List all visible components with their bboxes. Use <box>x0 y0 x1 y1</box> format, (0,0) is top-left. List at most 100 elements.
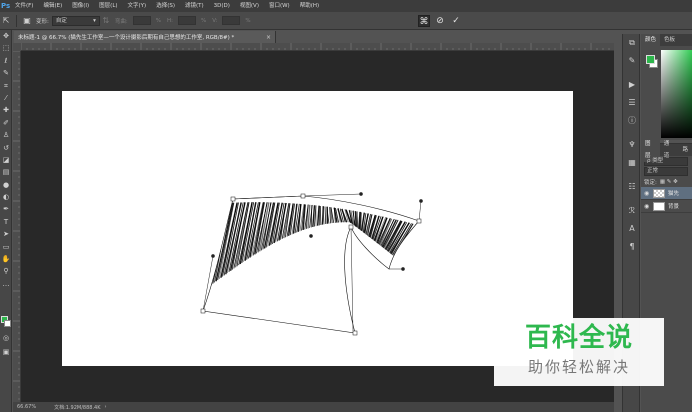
status-menu-arrow[interactable]: › <box>105 404 107 410</box>
zoom-level[interactable]: 66.67% <box>17 404 36 410</box>
menu-help[interactable]: 帮助(H) <box>295 0 324 12</box>
lock-row: 锁定: ▦ ✎ ✥ <box>641 176 692 187</box>
document-tab-title: 未标题-1 @ 66.7% (猫先生工作室—一个设计摄影后期有自己思想的工作室,… <box>18 35 235 41</box>
brush-presets-icon[interactable]: ♆ <box>623 136 641 154</box>
tab-swatches[interactable]: 色板 <box>660 34 679 46</box>
document-size: 文档:1.92M/888.4K <box>54 404 101 411</box>
transform-tool-icon[interactable]: ⇱ <box>0 15 12 27</box>
quick-mask-icon[interactable]: ◎ <box>0 332 12 344</box>
layer-thumbnail <box>653 201 665 211</box>
menu-view[interactable]: 视图(V) <box>235 0 264 12</box>
document-tab[interactable]: 未标题-1 @ 66.7% (猫先生工作室—一个设计摄影后期有自己思想的工作室,… <box>14 31 276 43</box>
history-brush-icon[interactable]: ↺ <box>0 142 12 154</box>
layer-row[interactable]: ◉ 猫先 <box>641 187 692 200</box>
quick-select-tool-icon[interactable]: ✎ <box>0 67 12 79</box>
background-color-swatch[interactable] <box>4 320 11 327</box>
ruler-corner <box>13 43 21 51</box>
photoshop-logo: Ps <box>1 2 11 10</box>
eye-icon[interactable]: ◉ <box>644 203 650 210</box>
chevron-down-icon: ▾ <box>93 17 96 24</box>
history-panel-icon[interactable]: ⧉ <box>623 34 641 52</box>
menu-image[interactable]: 图像(I) <box>67 0 94 12</box>
gradient-tool-icon[interactable]: ▤ <box>0 166 12 178</box>
bend-input[interactable] <box>132 16 151 25</box>
screen-mode-icon[interactable]: ▣ <box>0 346 12 358</box>
options-bar: ⇱ ▣ 变形: 自定 ▾ ⇅ 弯曲: % H: % V: % ⌘ ⊘ ✓ <box>0 12 692 30</box>
warp-style-select[interactable]: 自定 ▾ <box>51 15 100 26</box>
v-label: V: <box>212 17 218 24</box>
character-panel-icon[interactable]: A <box>623 220 641 238</box>
eraser-tool-icon[interactable]: ◪ <box>0 154 12 166</box>
paths-panel-icon[interactable]: ℛ <box>623 202 641 220</box>
properties-panel-icon[interactable]: ☰ <box>623 94 641 112</box>
warp-label: 变形: <box>36 18 49 25</box>
menu-type[interactable]: 文字(Y) <box>123 0 152 12</box>
type-tool-icon[interactable]: T <box>0 216 12 228</box>
zoom-tool-icon[interactable]: ⚲ <box>0 265 12 277</box>
lock-icons[interactable]: ▦ ✎ ✥ <box>660 179 678 185</box>
tab-color[interactable]: 颜色 <box>641 34 661 46</box>
tab-paths[interactable]: 路 <box>678 144 692 156</box>
watermark-subtitle: 助你轻松解决 <box>527 358 630 376</box>
shape-tool-icon[interactable]: ▭ <box>0 241 12 253</box>
crop-tool-icon[interactable]: ⌗ <box>0 80 12 92</box>
reference-point-icon[interactable]: ▣ <box>21 15 33 27</box>
more-tools-icon[interactable]: … <box>0 278 12 290</box>
layer-name: 猫先 <box>668 191 680 197</box>
menu-file[interactable]: 文件(F) <box>10 0 38 12</box>
dodge-tool-icon[interactable]: ◐ <box>0 191 12 203</box>
commit-group: ⌘ ⊘ ✓ <box>418 15 462 27</box>
menu-layer[interactable]: 图层(L) <box>94 0 122 12</box>
color-panel: 颜色 色板 <box>641 34 692 140</box>
eyedropper-tool-icon[interactable]: ⁄ <box>0 92 12 104</box>
stamp-tool-icon[interactable]: ♙ <box>0 129 12 141</box>
foreground-color-swatch[interactable] <box>646 55 655 64</box>
blend-mode-select[interactable]: 正常 <box>644 167 688 176</box>
vertical-ruler[interactable] <box>13 51 21 402</box>
healing-tool-icon[interactable]: ✚ <box>0 104 12 116</box>
menu-filter[interactable]: 滤镜(T) <box>180 0 209 12</box>
layer-thumbnail <box>653 188 665 198</box>
pen-tool-icon[interactable]: ✒ <box>0 203 12 215</box>
lock-label: 锁定: <box>644 179 657 186</box>
actions-panel-icon[interactable]: ✎ <box>623 52 641 70</box>
warp-style-value: 自定 <box>55 17 67 24</box>
warped-glyph-stroke <box>354 211 357 227</box>
color-panel-tabs: 颜色 色板 <box>641 34 692 46</box>
h-percent: % <box>200 17 207 24</box>
close-icon[interactable]: × <box>266 34 271 41</box>
menu-select[interactable]: 选择(S) <box>151 0 180 12</box>
paragraph-panel-icon[interactable]: ¶ <box>623 238 641 256</box>
adjustments-icon[interactable]: ☷ <box>623 178 641 196</box>
play-action-icon[interactable]: ▶ <box>623 76 641 94</box>
status-bar: 66.67% 文档:1.92M/888.4K › <box>13 402 614 412</box>
h-label: H: <box>166 17 173 24</box>
v-distort-input[interactable] <box>222 16 241 25</box>
menu-bar: Ps 文件(F) 编辑(E) 图像(I) 图层(L) 文字(Y) 选择(S) 滤… <box>0 0 692 12</box>
info-panel-icon[interactable]: ⓘ <box>623 112 641 130</box>
color-picker-field[interactable] <box>661 50 692 138</box>
warp-mode-toggle-icon[interactable]: ⌘ <box>418 15 430 27</box>
layers-panel-tabs: 图层 通道 路 <box>641 138 692 162</box>
move-tool-icon[interactable]: ✥ <box>0 30 12 42</box>
cancel-transform-icon[interactable]: ⊘ <box>434 15 446 27</box>
commit-transform-icon[interactable]: ✓ <box>450 15 462 27</box>
warped-glyph-stroke <box>319 205 322 225</box>
layer-row[interactable]: ◉ 背景 <box>641 200 692 213</box>
brush-tool-icon[interactable]: ✐ <box>0 117 12 129</box>
warp-orientation-icon[interactable]: ⇅ <box>100 15 112 27</box>
menu-edit[interactable]: 编辑(E) <box>38 0 67 12</box>
layer-name: 背景 <box>668 204 680 210</box>
h-distort-input[interactable] <box>177 16 196 25</box>
menu-window[interactable]: 窗口(W) <box>264 0 295 12</box>
bend-label: 弯曲: <box>114 18 128 25</box>
path-select-tool-icon[interactable]: ➤ <box>0 228 12 240</box>
marquee-tool-icon[interactable]: ⬚ <box>0 42 12 54</box>
horizontal-ruler[interactable] <box>21 43 614 51</box>
eye-icon[interactable]: ◉ <box>644 190 650 197</box>
blur-tool-icon[interactable]: ● <box>0 179 12 191</box>
hand-tool-icon[interactable]: ✋ <box>0 253 12 265</box>
lasso-tool-icon[interactable]: ℓ <box>0 55 12 67</box>
menu-3d[interactable]: 3D(D) <box>209 0 235 12</box>
clone-source-icon[interactable]: ▦ <box>623 154 641 172</box>
